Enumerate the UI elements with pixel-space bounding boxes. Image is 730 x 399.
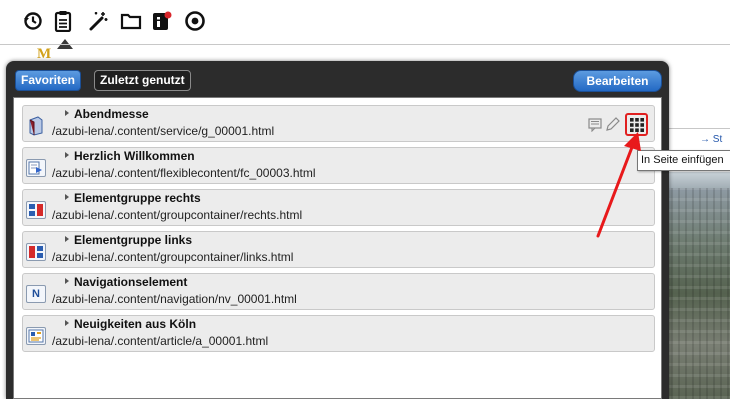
expand-arrow-icon[interactable] — [65, 152, 69, 158]
item-path: /azubi-lena/.content/groupcontainer/rech… — [52, 208, 303, 222]
item-actions — [588, 113, 650, 137]
ghost-page-icon — [26, 116, 46, 136]
list-item[interactable]: Elementgruppe rechts /azubi-lena/.conten… — [22, 189, 655, 226]
list-item[interactable]: N Navigationselement /azubi-lena/.conten… — [22, 273, 655, 310]
history-icon[interactable] — [21, 9, 45, 33]
edit-button[interactable]: Bearbeiten — [573, 70, 662, 92]
item-title: Neuigkeiten aus Köln — [74, 317, 197, 331]
navigation-icon: N — [26, 285, 46, 303]
list-item[interactable]: Herzlich Willkommen /azubi-lena/.content… — [22, 147, 655, 184]
expand-arrow-icon[interactable] — [65, 236, 69, 242]
page-logo-fragment: M — [37, 46, 52, 62]
list-item[interactable]: Elementgruppe links /azubi-lena/.content… — [22, 231, 655, 268]
flexible-content-icon — [26, 159, 46, 177]
item-path: /azubi-lena/.content/groupcontainer/link… — [52, 250, 294, 264]
insert-tooltip: In Seite einfügen — [637, 150, 730, 171]
tab-favorites[interactable]: Favoriten — [15, 70, 82, 91]
page-link-fragment[interactable]: → St — [700, 134, 722, 145]
favorites-list: Abendmesse /azubi-lena/.content/service/… — [13, 97, 662, 399]
item-title: Navigationselement — [74, 275, 188, 289]
target-icon[interactable] — [183, 9, 207, 33]
favorites-panel: Favoriten Zuletzt genutzt Bearbeiten Abe… — [6, 61, 669, 399]
list-item[interactable]: Abendmesse /azubi-lena/.content/service/… — [22, 105, 655, 142]
magic-wand-icon[interactable] — [86, 9, 110, 33]
list-item[interactable]: Neuigkeiten aus Köln /azubi-lena/.conten… — [22, 315, 655, 352]
comment-icon[interactable] — [588, 117, 602, 133]
page-photo — [664, 188, 730, 399]
page-divider — [660, 128, 730, 129]
expand-arrow-icon[interactable] — [65, 320, 69, 326]
item-path: /azubi-lena/.content/navigation/nv_00001… — [52, 292, 297, 306]
group-container-icon — [26, 243, 46, 261]
folder-icon[interactable] — [119, 9, 143, 33]
editor-toolbar — [0, 0, 730, 49]
insert-into-page-button[interactable] — [625, 113, 648, 136]
tab-recently-used[interactable]: Zuletzt genutzt — [94, 70, 191, 91]
grid-icon — [629, 117, 644, 132]
item-path: /azubi-lena/.content/flexiblecontent/fc_… — [52, 166, 316, 180]
toolbar-divider — [0, 44, 730, 45]
clipboard-icon[interactable] — [51, 9, 75, 49]
item-path: /azubi-lena/.content/service/g_00001.htm… — [52, 124, 275, 138]
group-container-icon — [26, 201, 46, 219]
expand-arrow-icon[interactable] — [65, 110, 69, 116]
article-icon — [26, 327, 46, 345]
item-title: Elementgruppe rechts — [74, 191, 201, 205]
expand-arrow-icon[interactable] — [65, 278, 69, 284]
item-title: Abendmesse — [74, 107, 149, 121]
item-title: Elementgruppe links — [74, 233, 193, 247]
expand-arrow-icon[interactable] — [65, 194, 69, 200]
item-title: Herzlich Willkommen — [74, 149, 195, 163]
info-icon[interactable] — [150, 9, 174, 33]
item-path: /azubi-lena/.content/article/a_00001.htm… — [52, 334, 269, 348]
pencil-icon[interactable] — [605, 116, 621, 132]
